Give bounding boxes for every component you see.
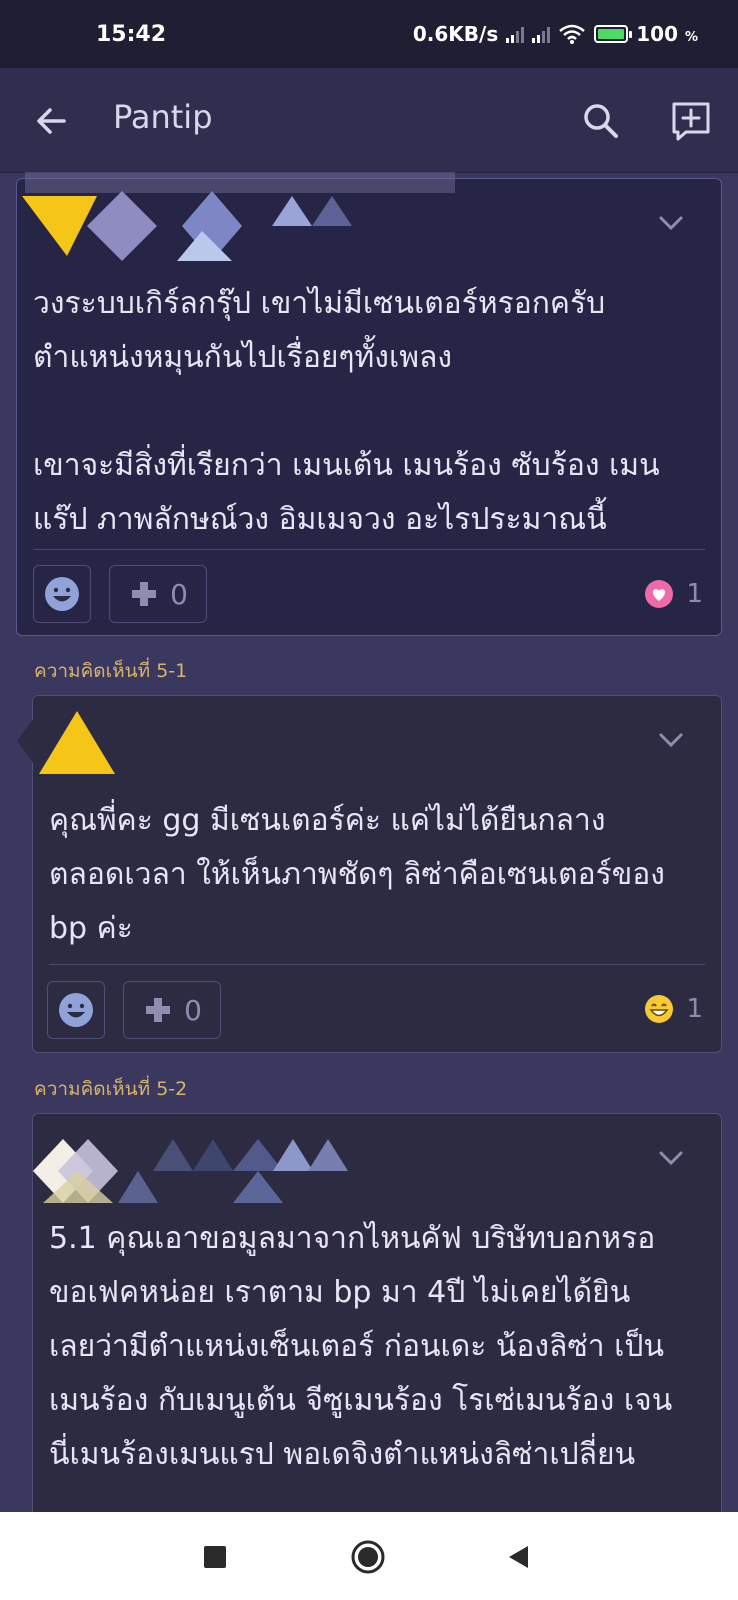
divider <box>33 549 705 550</box>
plus-count: 0 <box>184 993 202 1027</box>
system-nav-bar <box>0 1512 738 1600</box>
reaction-count: 1 <box>686 994 703 1024</box>
reaction-summary[interactable]: 1 <box>644 994 703 1024</box>
comment-card: วงระบบเกิร์ลกรุ๊ป เขาไม่มีเซนเตอร์หรอกคร… <box>16 172 722 636</box>
plus-vote-button[interactable]: 0 <box>109 565 207 623</box>
divider <box>49 964 705 965</box>
chevron-down-icon[interactable] <box>657 730 685 750</box>
user-avatar <box>22 172 455 261</box>
signal-1-icon <box>506 25 525 43</box>
nav-back-button[interactable] <box>506 1544 532 1570</box>
plus-icon <box>132 582 157 606</box>
smile-emoji-icon <box>59 993 93 1027</box>
new-post-icon[interactable] <box>668 98 714 144</box>
plus-icon <box>146 998 171 1022</box>
comment-card: คุณพี่คะ gg มีเซนเตอร์ค่ะ แค่ไม่ได้ยืนกล… <box>17 695 722 1053</box>
heart-icon <box>645 580 674 608</box>
comment-text: คุณพี่คะ gg มีเซนเตอร์ค่ะ แค่ไม่ได้ยืนกล… <box>49 803 665 946</box>
reaction-summary[interactable]: 1 <box>644 579 703 609</box>
comment-number-label: ความคิดเห็นที่ 5-2 <box>34 1078 188 1100</box>
recent-apps-button[interactable] <box>204 1546 226 1568</box>
comment-text: วงระบบเกิร์ลกรุ๊ป เขาไม่มีเซนเตอร์หรอกคร… <box>33 286 660 537</box>
comment-list[interactable]: วงระบบเกิร์ลกรุ๊ป เขาไม่มีเซนเตอร์หรอกคร… <box>0 172 738 1512</box>
chevron-down-icon[interactable] <box>657 213 685 233</box>
wifi-icon <box>559 24 586 44</box>
network-speed: 0.6KB/s <box>412 22 499 46</box>
page-title: Pantip <box>113 98 213 136</box>
grin-emoji-icon <box>645 995 674 1023</box>
emoji-reaction-button[interactable] <box>47 981 105 1039</box>
comment-number-label: ความคิดเห็นที่ 5-1 <box>34 660 188 682</box>
chevron-down-icon[interactable] <box>657 1148 685 1168</box>
plus-vote-button[interactable]: 0 <box>123 981 221 1039</box>
home-button[interactable] <box>351 1540 385 1574</box>
user-avatar <box>17 711 115 774</box>
comment-card: 5.1 คุณเอาขอมูลมาจากไหนคัฟ บริษัทบอกหรอ … <box>32 1113 722 1512</box>
status-bar: 15:42 0.6KB/s 100 % <box>0 0 738 68</box>
battery-level: 100 % <box>636 22 698 46</box>
clock: 15:42 <box>96 22 167 47</box>
status-icons: 0.6KB/s 100 % <box>413 22 698 46</box>
reaction-count: 1 <box>686 579 703 609</box>
app-bar: Pantip <box>0 68 738 173</box>
search-icon[interactable] <box>578 98 624 144</box>
comment-text: 5.1 คุณเอาขอมูลมาจากไหนคัฟ บริษัทบอกหรอ … <box>49 1221 673 1472</box>
battery-icon <box>594 25 633 43</box>
user-avatar <box>33 1139 348 1203</box>
smile-emoji-icon <box>45 577 79 611</box>
back-arrow-icon[interactable] <box>28 98 74 144</box>
signal-2-icon <box>532 25 551 43</box>
plus-count: 0 <box>170 577 188 611</box>
emoji-reaction-button[interactable] <box>33 565 91 623</box>
